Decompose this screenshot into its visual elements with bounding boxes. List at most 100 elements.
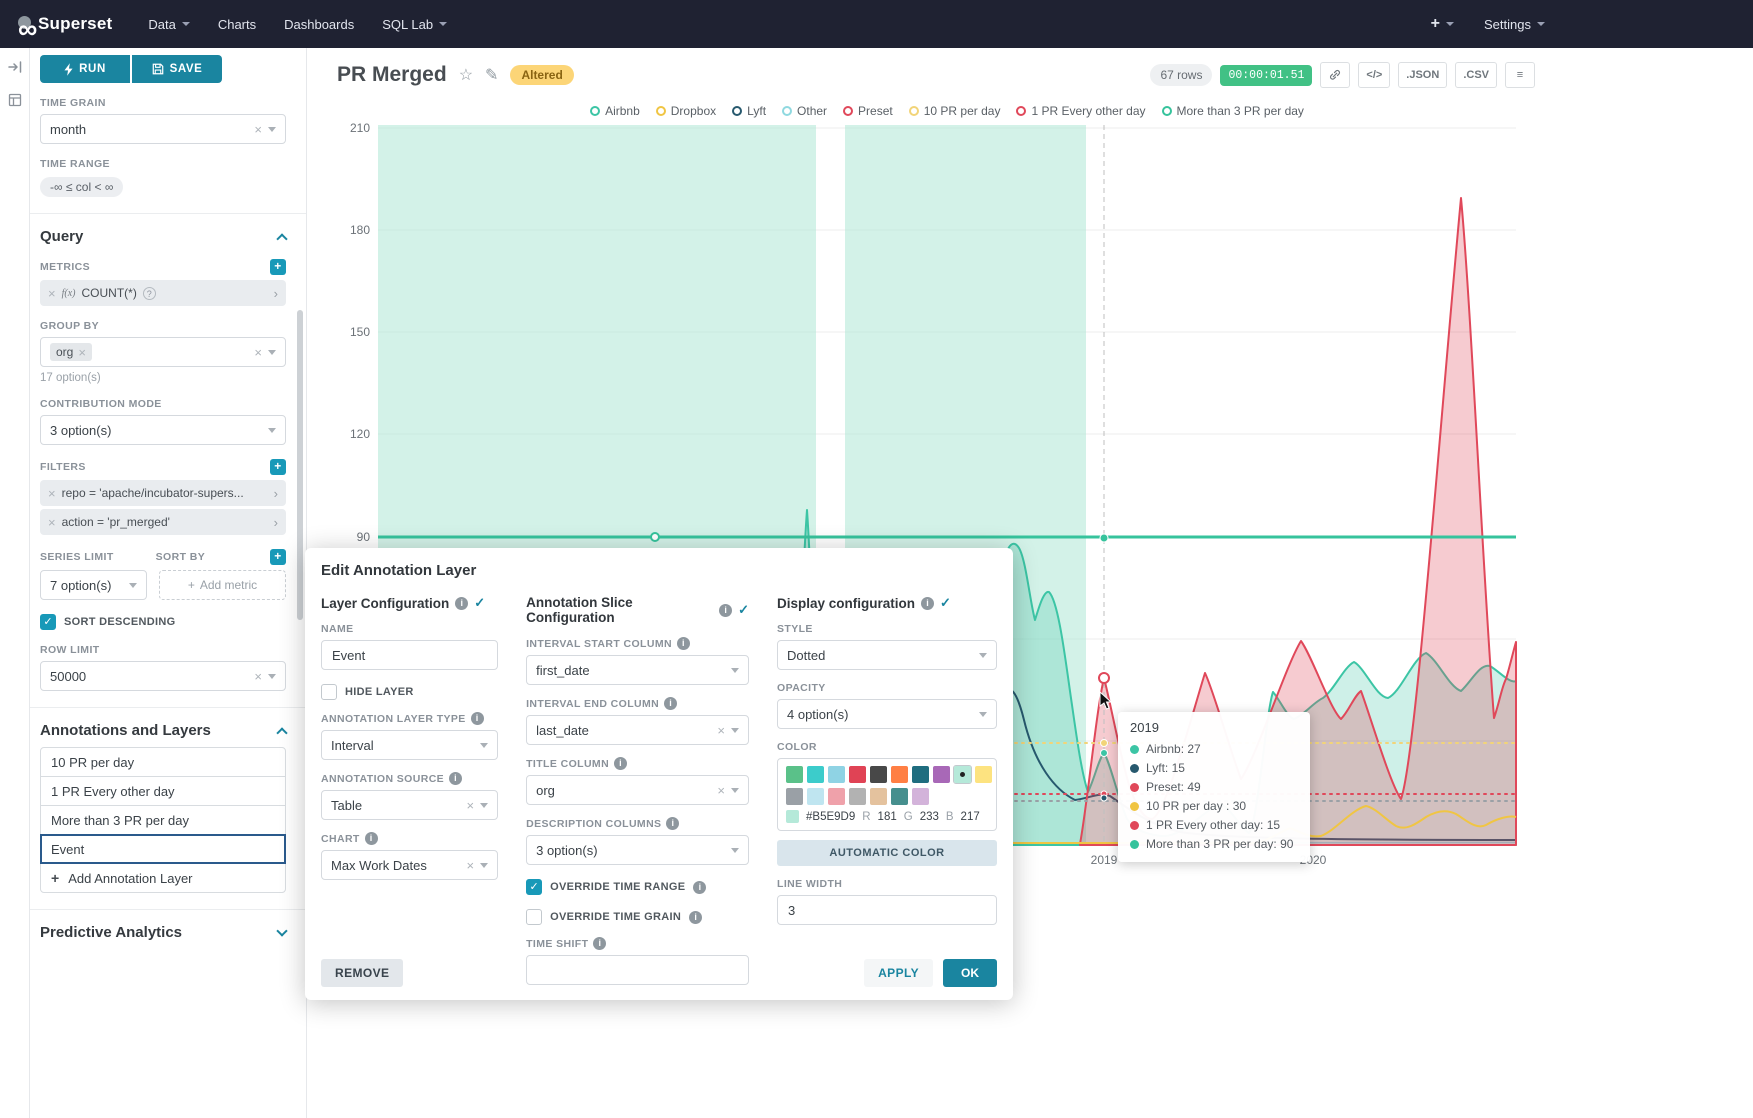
- title-column-select[interactable]: org×: [526, 775, 749, 805]
- legend-item[interactable]: More than 3 PR per day: [1162, 104, 1304, 118]
- r-value[interactable]: 181: [878, 811, 897, 823]
- more-options-button[interactable]: ≡: [1505, 62, 1535, 88]
- close-icon[interactable]: ×: [467, 799, 475, 812]
- opacity-select[interactable]: 4 option(s): [777, 699, 997, 729]
- legend-item[interactable]: 10 PR per day: [909, 104, 1001, 118]
- query-section-header[interactable]: Query: [40, 228, 286, 245]
- color-swatch[interactable]: [975, 766, 992, 783]
- annotation-layer-item-selected[interactable]: Event: [40, 834, 286, 864]
- close-icon[interactable]: ×: [48, 287, 56, 300]
- close-icon[interactable]: ×: [717, 784, 725, 797]
- color-swatch[interactable]: [807, 788, 824, 805]
- override-time-grain-checkbox[interactable]: [526, 909, 542, 925]
- color-swatch[interactable]: [870, 788, 887, 805]
- contribution-mode-select[interactable]: 3 option(s): [40, 415, 286, 445]
- nav-menu-dashboards[interactable]: Dashboards: [284, 17, 354, 32]
- color-swatch[interactable]: [828, 766, 845, 783]
- color-swatch-selected[interactable]: [954, 766, 971, 783]
- nav-menu-charts[interactable]: Charts: [218, 17, 256, 32]
- group-by-tag[interactable]: org×: [50, 343, 92, 361]
- interval-start-select[interactable]: first_date: [526, 655, 749, 685]
- sort-descending-checkbox[interactable]: ✓: [40, 614, 56, 630]
- chart-select[interactable]: Max Work Dates×: [321, 850, 498, 880]
- expand-panel-icon[interactable]: [8, 60, 22, 79]
- annotation-layer-item[interactable]: 10 PR per day: [40, 747, 286, 777]
- style-select[interactable]: Dotted: [777, 640, 997, 670]
- close-icon[interactable]: ×: [78, 346, 86, 359]
- override-time-range-checkbox[interactable]: ✓: [526, 879, 542, 895]
- share-link-button[interactable]: [1320, 62, 1350, 88]
- metric-pill[interactable]: × f(x) COUNT(*) ? ›: [40, 280, 286, 306]
- time-grain-select[interactable]: month ×: [40, 114, 286, 144]
- color-swatch[interactable]: [933, 766, 950, 783]
- add-metric-plus-button[interactable]: +: [270, 259, 286, 275]
- legend-item[interactable]: Lyft: [732, 104, 766, 118]
- color-swatch[interactable]: [786, 788, 803, 805]
- predictive-analytics-header[interactable]: Predictive Analytics: [40, 924, 286, 941]
- legend-item[interactable]: Preset: [843, 104, 893, 118]
- series-limit-select[interactable]: 7 option(s): [40, 570, 147, 600]
- save-button[interactable]: SAVE: [132, 55, 222, 83]
- sort-by-add-metric[interactable]: + Add metric: [159, 570, 286, 600]
- legend-item[interactable]: Other: [782, 104, 827, 118]
- remove-button[interactable]: REMOVE: [321, 959, 403, 987]
- close-icon[interactable]: ×: [717, 724, 725, 737]
- annotation-layer-item[interactable]: More than 3 PR per day: [40, 805, 286, 835]
- run-button[interactable]: RUN: [40, 55, 130, 83]
- annotation-layer-type-select[interactable]: Interval: [321, 730, 498, 760]
- panel-scrollbar[interactable]: [297, 310, 303, 620]
- row-limit-select[interactable]: 50000 ×: [40, 661, 286, 691]
- hex-value[interactable]: #B5E9D9: [806, 811, 855, 823]
- filter-pill[interactable]: × repo = 'apache/incubator-supers... ›: [40, 480, 286, 506]
- dataset-icon[interactable]: [8, 93, 22, 112]
- color-swatch[interactable]: [912, 788, 929, 805]
- add-filter-plus-button[interactable]: +: [270, 459, 286, 475]
- add-annotation-layer-button[interactable]: + Add Annotation Layer: [40, 863, 286, 893]
- time-range-value[interactable]: -∞ ≤ col < ∞: [40, 177, 123, 197]
- g-value[interactable]: 233: [920, 811, 939, 823]
- color-swatch[interactable]: [828, 788, 845, 805]
- annotations-section-header[interactable]: Annotations and Layers: [40, 722, 286, 739]
- close-icon[interactable]: ×: [48, 516, 56, 529]
- star-icon[interactable]: ☆: [459, 65, 473, 85]
- hide-layer-checkbox[interactable]: [321, 684, 337, 700]
- filter-pill[interactable]: × action = 'pr_merged' ›: [40, 509, 286, 535]
- close-icon[interactable]: ×: [254, 670, 262, 683]
- color-swatch[interactable]: [786, 766, 803, 783]
- view-query-button[interactable]: </>: [1358, 62, 1390, 88]
- close-icon[interactable]: ×: [254, 123, 262, 136]
- interval-end-select[interactable]: last_date×: [526, 715, 749, 745]
- color-swatch[interactable]: [912, 766, 929, 783]
- layer-name-input[interactable]: [321, 640, 498, 670]
- nav-menu-data[interactable]: Data: [148, 17, 189, 32]
- add-sort-plus-button[interactable]: +: [270, 549, 286, 565]
- new-item-button[interactable]: +: [1431, 15, 1454, 33]
- color-swatch[interactable]: [807, 766, 824, 783]
- annotation-layer-item[interactable]: 1 PR Every other day: [40, 776, 286, 806]
- legend-item[interactable]: 1 PR Every other day: [1016, 104, 1145, 118]
- nav-menu-sqllab[interactable]: SQL Lab: [382, 17, 447, 32]
- b-value[interactable]: 217: [961, 811, 980, 823]
- superset-logo[interactable]: ∞ Superset: [18, 14, 112, 34]
- ok-button[interactable]: OK: [943, 959, 997, 987]
- export-csv-button[interactable]: .CSV: [1455, 62, 1497, 88]
- edit-icon[interactable]: ✎: [485, 65, 498, 85]
- color-swatch[interactable]: [891, 766, 908, 783]
- color-swatch[interactable]: [849, 766, 866, 783]
- apply-button[interactable]: APPLY: [864, 959, 933, 987]
- line-width-input[interactable]: [777, 895, 997, 925]
- color-swatch[interactable]: [870, 766, 887, 783]
- annotation-source-select[interactable]: Table×: [321, 790, 498, 820]
- automatic-color-button[interactable]: AUTOMATIC COLOR: [777, 840, 997, 866]
- description-columns-select[interactable]: 3 option(s): [526, 835, 749, 865]
- export-json-button[interactable]: .JSON: [1398, 62, 1447, 88]
- color-swatch[interactable]: [891, 788, 908, 805]
- close-icon[interactable]: ×: [48, 487, 56, 500]
- close-icon[interactable]: ×: [467, 859, 475, 872]
- altered-badge[interactable]: Altered: [510, 65, 573, 85]
- legend-item[interactable]: Airbnb: [590, 104, 640, 118]
- close-icon[interactable]: ×: [254, 346, 262, 359]
- color-swatch[interactable]: [849, 788, 866, 805]
- group-by-select[interactable]: org× ×: [40, 337, 286, 367]
- settings-menu[interactable]: Settings: [1484, 17, 1545, 32]
